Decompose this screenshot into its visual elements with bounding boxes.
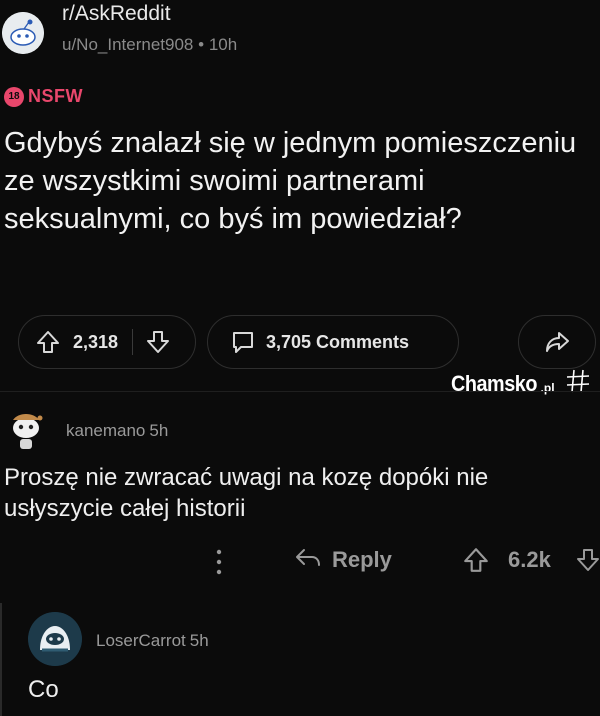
comments-count: 3,705 Comments	[266, 331, 410, 352]
comment-username[interactable]: kanemano	[66, 421, 145, 440]
meta-separator: •	[198, 35, 205, 54]
subreddit-avatar[interactable]	[2, 12, 44, 54]
watermark-hash-icon	[565, 368, 591, 399]
reply-icon	[294, 544, 322, 575]
post-author[interactable]: u/No_Internet908	[62, 35, 193, 54]
reply-username[interactable]: LoserCarrot	[96, 631, 186, 650]
downvote-icon[interactable]	[145, 329, 171, 355]
nsfw-label: NSFW	[28, 86, 83, 106]
nsfw-tag: 18 NSFW	[4, 86, 83, 107]
reply-author[interactable]: LoserCarrot 5h	[96, 631, 209, 651]
vote-divider	[132, 329, 134, 355]
reply-commenter-avatar[interactable]	[28, 612, 82, 666]
comments-button[interactable]: 3,705 Comments	[207, 315, 459, 369]
reply-body: Co	[28, 676, 59, 703]
comment-time: 5h	[149, 421, 169, 440]
comment-score: 6.2k	[508, 547, 551, 572]
reply-label: Reply	[332, 546, 392, 572]
comment-body: Proszę nie zwracać uwagi na kozę dopóki …	[4, 464, 489, 522]
nsfw-badge: 18	[4, 86, 24, 107]
reply-button[interactable]: Reply	[294, 544, 392, 575]
share-button[interactable]	[518, 315, 596, 369]
post-time: 10h	[208, 35, 238, 54]
post-title[interactable]: Gdybyś znalazł się w jednym pomieszczeni…	[4, 124, 594, 238]
comment-icon	[230, 329, 256, 355]
post-meta: u/No_Internet908 • 10h	[62, 35, 237, 55]
section-divider	[0, 391, 600, 392]
watermark-suffix: .pl	[540, 380, 555, 395]
reply-time: 5h	[189, 631, 209, 650]
comment-upvote-icon[interactable]	[462, 546, 490, 579]
upvote-icon[interactable]	[35, 329, 61, 355]
share-icon	[544, 329, 570, 355]
vote-bar: 2,318	[18, 315, 196, 369]
comment-downvote-icon[interactable]	[576, 546, 600, 579]
thread-line[interactable]	[0, 603, 2, 716]
more-icon[interactable]	[212, 546, 226, 578]
watermark-text: Chamsko	[451, 370, 537, 396]
vote-count: 2,318	[73, 331, 119, 352]
commenter-avatar[interactable]	[4, 406, 52, 454]
watermark: Chamsko .pl	[451, 368, 591, 399]
comment-author[interactable]: kanemano 5h	[66, 421, 168, 441]
subreddit-name[interactable]: r/AskReddit	[62, 2, 171, 26]
